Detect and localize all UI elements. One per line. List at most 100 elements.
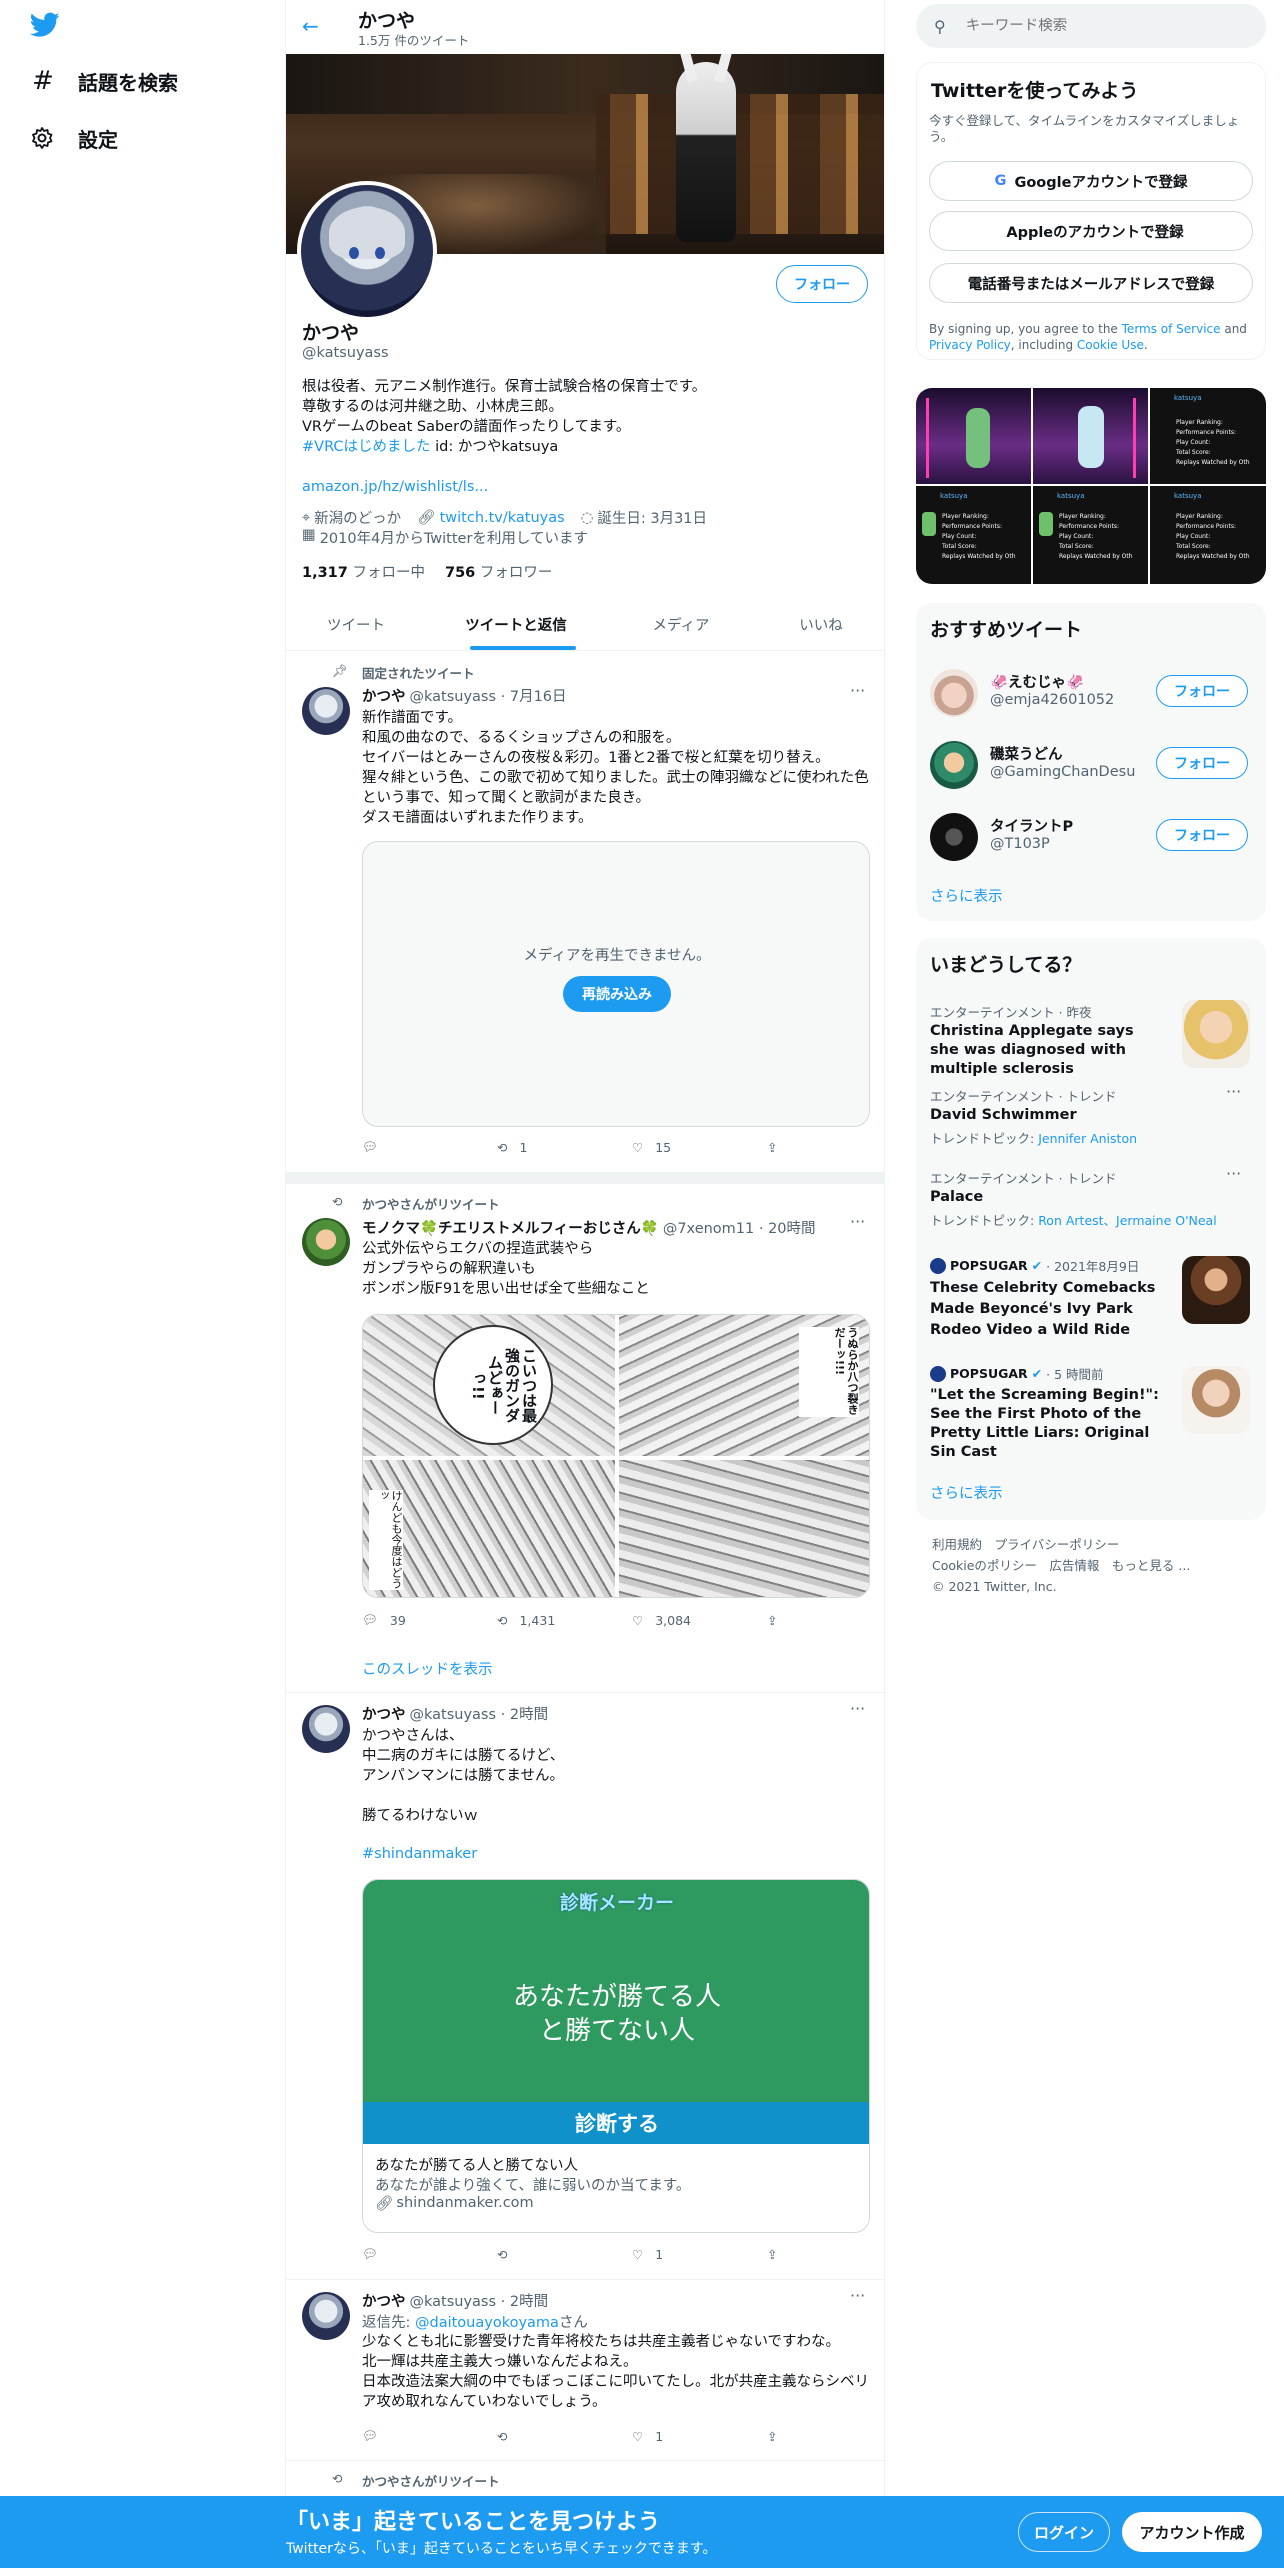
- footer-links[interactable]: Cookieのポリシー 広告情報 もっと見る ...: [932, 1555, 1190, 1576]
- phone-email-signup-button[interactable]: 電話番号またはメールアドレスで登録: [929, 263, 1253, 303]
- like-button[interactable]: ♡ 1: [632, 2428, 767, 2444]
- apple-signup-button[interactable]: Appleのアカウントで登録: [929, 211, 1253, 251]
- manga-image[interactable]: [619, 1460, 869, 1597]
- bio-hashtag[interactable]: #VRCはじめました: [302, 439, 431, 455]
- show-more-link[interactable]: さらに表示: [930, 1482, 1003, 1503]
- show-more-link[interactable]: さらに表示: [930, 885, 1003, 906]
- twitter-logo-icon[interactable]: [30, 12, 60, 42]
- tab-likes[interactable]: いいね: [756, 598, 884, 650]
- follow-button[interactable]: フォロー: [1156, 819, 1248, 851]
- reply-button[interactable]: 💬︎ 39: [362, 1612, 497, 1628]
- search-input[interactable]: [965, 18, 1246, 34]
- avatar[interactable]: [302, 1705, 350, 1753]
- tweet-handle-time[interactable]: @7xenom11 · 20時間: [663, 1217, 816, 1238]
- trend-topic-link[interactable]: Ron Artest、Jermaine O'Neal: [1038, 1213, 1217, 1228]
- tweet-author-name[interactable]: かつや: [362, 685, 406, 706]
- follow-suggestion[interactable]: タイラントP @T103P フォロー: [916, 803, 1266, 873]
- footer-links[interactable]: 利用規約 プライバシーポリシー: [932, 1534, 1190, 1555]
- trend-item[interactable]: エンターテインメント · 昨夜 Christina Applegate says…: [916, 992, 1266, 1077]
- media-thumbnail[interactable]: [916, 388, 1031, 484]
- back-arrow-icon[interactable]: ←: [302, 14, 319, 38]
- share-button[interactable]: ⇪: [767, 2246, 884, 2262]
- signup-button[interactable]: アカウント作成: [1122, 2512, 1262, 2552]
- trend-item[interactable]: POPSUGAR ✔ · 5 時間前 "Let the Screaming Be…: [916, 1356, 1266, 1460]
- cookie-link[interactable]: Cookie Use: [1077, 338, 1144, 352]
- avatar[interactable]: [930, 813, 978, 861]
- profile-follow-button[interactable]: フォロー: [776, 265, 868, 303]
- media-thumbnail[interactable]: [1033, 388, 1148, 484]
- tweet-pinned[interactable]: 📌︎ 固定されたツイート かつや @katsuyass · 7月16日 ··· …: [286, 651, 884, 1180]
- login-button[interactable]: ログイン: [1018, 2512, 1110, 2552]
- retweet-button[interactable]: ⟲ 1: [497, 1139, 632, 1155]
- tweet-retweeted[interactable]: ⟲ かつやさんがリツイート: [286, 2461, 884, 2501]
- more-icon[interactable]: ···: [1226, 1164, 1241, 1183]
- avatar[interactable]: [302, 1218, 350, 1266]
- reply-button[interactable]: 💬︎: [362, 2428, 497, 2444]
- trend-topic-link[interactable]: Jennifer Aniston: [1038, 1131, 1137, 1146]
- trend-item[interactable]: POPSUGAR ✔ · 2021年8月9日 These Celebrity C…: [916, 1248, 1266, 1352]
- link-card[interactable]: 診断メーカー あなたが勝てる人 と勝てない人 診断する あなたが勝てる人と勝てな…: [362, 1879, 870, 2233]
- like-button[interactable]: ♡ 1: [632, 2246, 767, 2262]
- more-icon[interactable]: ···: [850, 681, 865, 700]
- tweet-author-name[interactable]: かつや: [362, 2290, 406, 2311]
- avatar[interactable]: [930, 669, 978, 717]
- reload-button[interactable]: 再読み込み: [563, 976, 671, 1012]
- suggestion-name[interactable]: タイラントP: [990, 815, 1073, 836]
- tab-tweets[interactable]: ツイート: [286, 598, 426, 650]
- tweet-handle-time[interactable]: @katsuyass · 2時間: [410, 1703, 549, 1724]
- tweet-shindan[interactable]: かつや @katsuyass · 2時間 ··· かつやさんは、 中二病のガキに…: [286, 1693, 884, 2279]
- media-player[interactable]: メディアを再生できません。 再読み込み: [362, 841, 870, 1127]
- tweet-retweeted[interactable]: ⟲ かつやさんがリツイート モノクマ🍀チエリストメルフィーおじさん🍀 @7xen…: [286, 1184, 884, 1692]
- manga-image[interactable]: うぬらか八つ裂きだーッ!!!: [619, 1315, 869, 1456]
- trend-item[interactable]: エンターテインメント · トレンド ··· Palace トレンドトピック: R…: [916, 1158, 1266, 1238]
- retweet-button[interactable]: ⟲: [497, 2246, 632, 2262]
- tweet-author-name[interactable]: モノクマ🍀チエリストメルフィーおじさん🍀: [362, 1217, 659, 1238]
- share-button[interactable]: ⇪: [767, 2428, 884, 2444]
- profile-media-grid[interactable]: katsuya Player Ranking: Performance Poin…: [916, 388, 1266, 584]
- nav-settings[interactable]: 設定: [30, 124, 118, 153]
- tweet-handle-time[interactable]: @katsuyass · 7月16日: [410, 685, 567, 706]
- share-button[interactable]: ⇪: [767, 1139, 884, 1155]
- more-icon[interactable]: ···: [850, 1699, 865, 1718]
- nav-explore[interactable]: # 話題を検索: [30, 66, 178, 96]
- retweet-button[interactable]: ⟲ 1,431: [497, 1612, 632, 1628]
- image-grid[interactable]: こいつは最強のガンダムどぁーっ!! うぬらか八つ裂きだーッ!!! けんども今度は…: [362, 1314, 870, 1598]
- reply-to-handle[interactable]: @daitouayokoyama: [415, 2315, 559, 2331]
- profile-avatar[interactable]: [297, 181, 437, 321]
- following-link[interactable]: 1,317 フォロー中: [302, 561, 425, 582]
- profile-website[interactable]: twitch.tv/katuyas: [440, 510, 565, 526]
- tweet-hashtag[interactable]: #shindanmaker: [362, 1846, 477, 1862]
- avatar[interactable]: [302, 687, 350, 735]
- follow-button[interactable]: フォロー: [1156, 747, 1248, 779]
- more-icon[interactable]: ···: [850, 2286, 865, 2305]
- tweet-author-name[interactable]: かつや: [362, 1703, 406, 1724]
- follow-suggestion[interactable]: 🦑えむじゃ🦑 @emja42601052 フォロー: [916, 659, 1266, 729]
- suggestion-name[interactable]: 🦑えむじゃ🦑: [990, 671, 1084, 692]
- media-thumbnail[interactable]: katsuya Player Ranking: Performance Poin…: [1150, 388, 1266, 484]
- trend-item[interactable]: エンターテインメント · トレンド ··· David Schwimmer トレ…: [916, 1076, 1266, 1156]
- avatar[interactable]: [930, 741, 978, 789]
- more-icon[interactable]: ···: [1226, 1082, 1241, 1101]
- tab-tweets-and-replies[interactable]: ツイートと返信: [426, 598, 606, 650]
- followers-link[interactable]: 756 フォロワー: [445, 561, 552, 582]
- share-button[interactable]: ⇪: [767, 1612, 884, 1628]
- terms-link[interactable]: Terms of Service: [1122, 322, 1221, 336]
- follow-button[interactable]: フォロー: [1156, 675, 1248, 707]
- like-button[interactable]: ♡ 15: [632, 1139, 767, 1155]
- media-thumbnail[interactable]: katsuya Player Ranking: Performance Poin…: [1033, 486, 1148, 584]
- follow-suggestion[interactable]: 磯菜うどん @GamingChanDesu フォロー: [916, 731, 1266, 801]
- reply-button[interactable]: 💬︎: [362, 1139, 497, 1155]
- bio-link[interactable]: amazon.jp/hz/wishlist/ls...: [302, 477, 706, 497]
- suggestion-name[interactable]: 磯菜うどん: [990, 743, 1063, 764]
- retweet-button[interactable]: ⟲: [497, 2428, 632, 2444]
- tweet-reply[interactable]: かつや @katsuyass · 2時間 ··· 返信先: @daitouayo…: [286, 2280, 884, 2460]
- media-thumbnail[interactable]: katsuya Player Ranking: Performance Poin…: [1150, 486, 1266, 584]
- show-thread-link[interactable]: このスレッドを表示: [362, 1658, 493, 1679]
- reply-button[interactable]: 💬︎: [362, 2246, 497, 2262]
- media-thumbnail[interactable]: katsuya Player Ranking: Performance Poin…: [916, 486, 1031, 584]
- more-icon[interactable]: ···: [850, 1212, 865, 1231]
- google-signup-button[interactable]: G Googleアカウントで登録: [929, 161, 1253, 201]
- tab-media[interactable]: メディア: [606, 598, 756, 650]
- privacy-link[interactable]: Privacy Policy: [929, 338, 1011, 352]
- search-box[interactable]: ⚲: [916, 4, 1266, 48]
